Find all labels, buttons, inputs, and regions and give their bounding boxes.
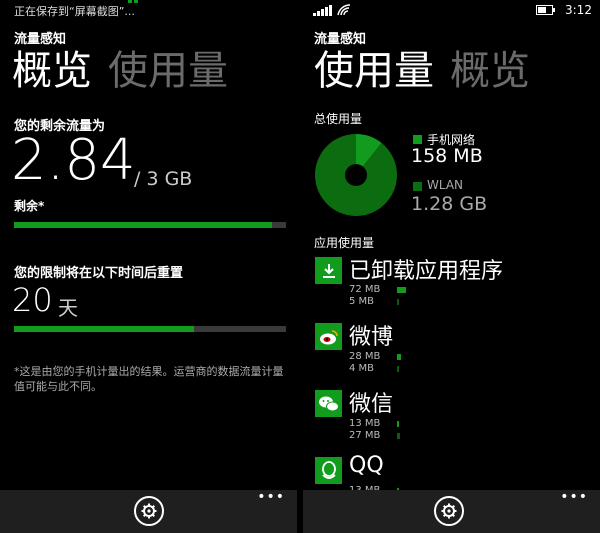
footnote: *这是由您的手机计量出的结果。运营商的数据流量计量值可能与此不同。 (14, 365, 284, 393)
pivot-tab-overview[interactable]: 概览 (450, 48, 530, 94)
more-options-button[interactable]: ••• (257, 489, 285, 505)
reset-label: 您的限制将在以下时间后重置 (14, 266, 184, 281)
app-mobile-usage: 13 MB (349, 418, 381, 429)
saving-status-text: 正在保存到“屏幕截图”... (14, 5, 135, 18)
app-wlan-bar (397, 433, 400, 439)
legend-mobile-value: 158 MB (411, 145, 483, 167)
status-bar: 3:12 (303, 0, 600, 22)
usage-pie-chart (315, 134, 397, 216)
app-mobile-bar (397, 421, 399, 427)
remaining-total: / 3 GB (134, 168, 193, 190)
reset-progress-fill (14, 326, 194, 332)
wechat-icon (315, 390, 342, 417)
reset-progress-bar (14, 326, 286, 332)
clock: 3:12 (565, 3, 592, 17)
app-row-uninstalled[interactable]: 已卸载应用程序 72 MB 5 MB (315, 257, 595, 317)
app-bar: ••• (303, 490, 600, 533)
total-usage-label: 总使用量 (314, 112, 363, 126)
legend-wlan-swatch (413, 182, 422, 191)
gear-icon (441, 503, 457, 519)
app-title: 流量感知 (14, 32, 67, 47)
app-name: 已卸载应用程序 (349, 259, 504, 284)
app-wlan-usage: 4 MB (349, 363, 375, 374)
app-usage-label: 应用使用量 (314, 236, 375, 250)
pivot-header: 概览 使用量 (12, 46, 244, 96)
pivot-tab-overview[interactable]: 概览 (12, 48, 92, 94)
gear-icon (141, 503, 157, 519)
weibo-icon (315, 323, 342, 350)
pivot-tab-usage[interactable]: 使用量 (314, 48, 434, 94)
legend-mobile-swatch (413, 135, 422, 144)
app-wlan-usage: 27 MB (349, 430, 381, 441)
legend-wlan-label: WLAN (427, 178, 464, 192)
more-options-button[interactable]: ••• (560, 489, 588, 505)
app-name: 微信 (349, 392, 394, 417)
pivot-tab-usage[interactable]: 使用量 (108, 48, 228, 94)
app-mobile-bar (397, 287, 406, 293)
saving-progress-icon (128, 0, 138, 3)
settings-button[interactable] (434, 496, 464, 526)
remaining-caption: 剩余* (14, 199, 45, 213)
qq-icon (315, 457, 342, 484)
app-mobile-bar (397, 354, 401, 360)
wifi-icon (337, 4, 351, 16)
app-row-wechat[interactable]: 微信 13 MB 27 MB (315, 390, 595, 450)
remaining-progress-fill (14, 222, 273, 228)
app-title: 流量感知 (314, 32, 367, 47)
pivot-header: 使用量 概览 (314, 46, 546, 96)
battery-icon (536, 5, 555, 15)
app-wlan-bar (397, 366, 399, 372)
app-mobile-usage: 72 MB (349, 284, 381, 295)
app-row-weibo[interactable]: 微博 28 MB 4 MB (315, 323, 595, 383)
ellipsis-icon: ••• (257, 489, 285, 505)
app-wlan-bar (397, 299, 399, 305)
app-name: 微博 (349, 325, 394, 350)
remaining-value: 2.84 (11, 128, 136, 193)
app-bar: ••• (0, 490, 297, 533)
usage-screen: 3:12 流量感知 使用量 概览 总使用量 手机网络 158 MB WLAN 1.… (303, 0, 600, 533)
overview-screen: 正在保存到“屏幕截图”... 流量感知 概览 使用量 您的剩余流量为 2.84 /… (0, 0, 297, 533)
settings-button[interactable] (134, 496, 164, 526)
signal-bars-icon (313, 5, 332, 16)
status-bar: 正在保存到“屏幕截图”... (0, 0, 297, 22)
app-mobile-usage: 28 MB (349, 351, 381, 362)
app-wlan-usage: 5 MB (349, 296, 375, 307)
pie-center-hole (345, 164, 367, 186)
legend-wlan-value: 1.28 GB (411, 193, 488, 215)
remaining-progress-bar (14, 222, 286, 228)
app-name: QQ (349, 453, 384, 478)
reset-unit: 天 (58, 296, 78, 320)
ellipsis-icon: ••• (560, 489, 588, 505)
reset-days: 20 (12, 281, 53, 319)
download-icon (315, 257, 342, 284)
